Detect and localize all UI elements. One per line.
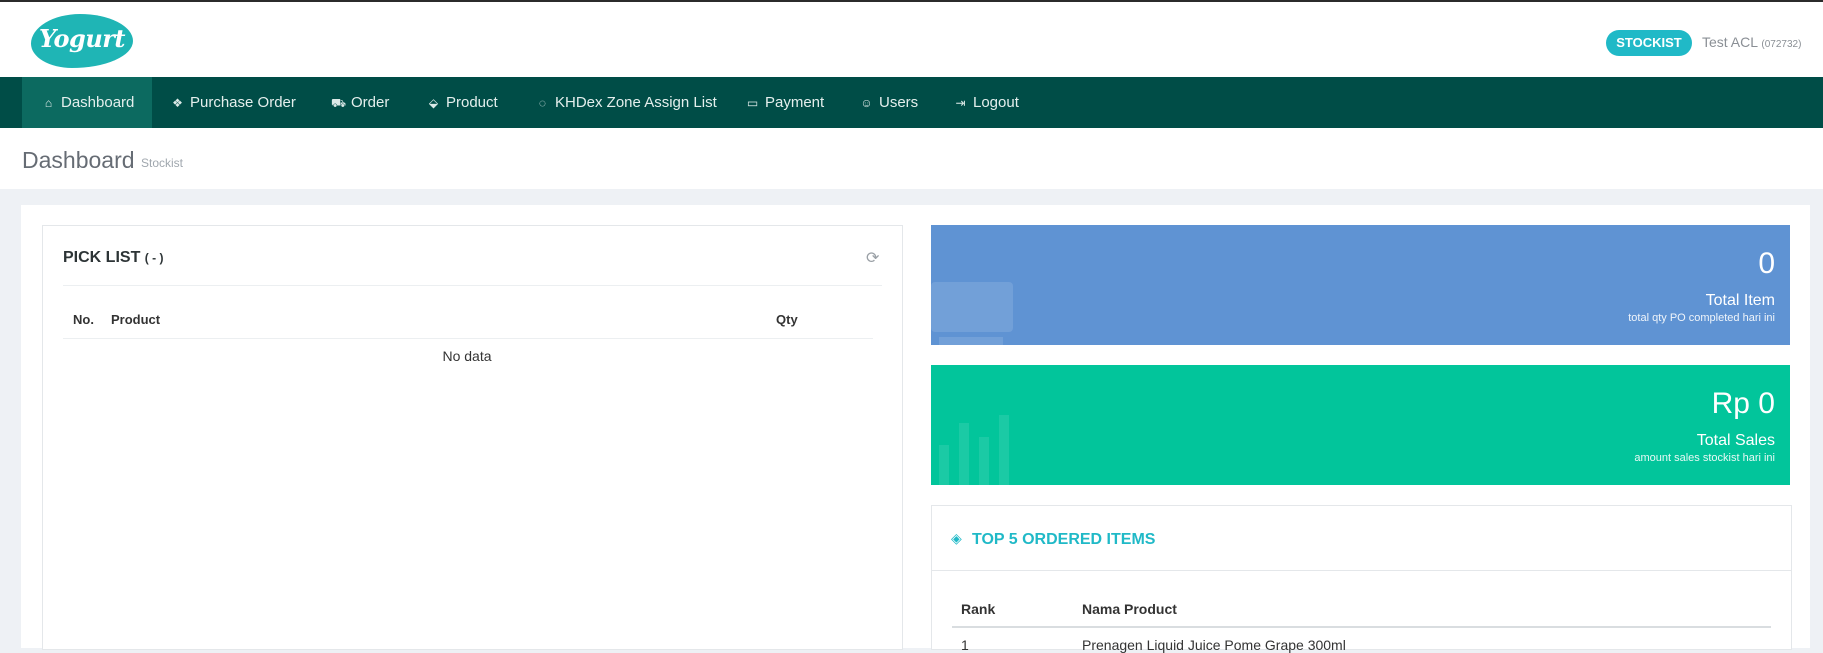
nav-item-payment[interactable]: ▭ Payment bbox=[745, 77, 824, 128]
nav-item-users[interactable]: ☺ Users bbox=[859, 77, 918, 128]
column-header-product-name: Nama Product bbox=[1082, 601, 1177, 617]
bulb-icon: ◌ bbox=[538, 96, 547, 110]
cart-icon: ⛟ bbox=[331, 96, 347, 110]
stat-value: Rp 0 bbox=[1711, 387, 1775, 420]
users-icon: ☺ bbox=[860, 96, 873, 110]
nav-label: Product bbox=[446, 94, 498, 111]
stat-value: 0 bbox=[1758, 247, 1775, 280]
logout-icon: ⇥ bbox=[955, 96, 966, 110]
stat-description: amount sales stockist hari ini bbox=[1634, 452, 1775, 464]
layers-icon: ◈ bbox=[951, 530, 962, 546]
pick-list-panel: PICK LIST ( - ) ⟳ No. Product Qty No dat… bbox=[42, 225, 903, 650]
column-header-rank: Rank bbox=[961, 601, 996, 617]
nav-item-purchase-order[interactable]: ❖ Purchase Order bbox=[170, 77, 296, 128]
logo-text: Yogurt bbox=[39, 24, 126, 53]
divider bbox=[63, 338, 873, 339]
bar-chart-decoration-icon bbox=[959, 423, 969, 485]
nav-item-khdex-zone[interactable]: ◌ KHDex Zone Assign List bbox=[535, 77, 717, 128]
panel-title: TOP 5 ORDERED ITEMS bbox=[972, 531, 1156, 548]
header: Yogurt STOCKIST Test ACL (072732) bbox=[0, 2, 1823, 77]
stat-description: total qty PO completed hari ini bbox=[1628, 312, 1775, 324]
stat-card-total-item: 0 Total Item total qty PO completed hari… bbox=[931, 225, 1790, 345]
user-menu[interactable]: Test ACL (072732) bbox=[1702, 34, 1801, 50]
rank-cell: 1 bbox=[961, 637, 969, 653]
top-ordered-items-panel: ◈ TOP 5 ORDERED ITEMS Rank Nama Product … bbox=[931, 505, 1792, 653]
bar-chart-decoration-icon bbox=[939, 445, 949, 485]
nav-label: Payment bbox=[765, 94, 825, 111]
divider bbox=[63, 285, 882, 286]
pick-list-title-text: PICK LIST bbox=[63, 249, 141, 266]
empty-state-text: No data bbox=[442, 348, 492, 364]
nav-label: KHDex Zone Assign List bbox=[555, 94, 717, 111]
stat-card-total-sales: Rp 0 Total Sales amount sales stockist h… bbox=[931, 365, 1790, 485]
product-cell: Prenagen Liquid Juice Pome Grape 300ml bbox=[1082, 637, 1346, 653]
stat-label: Total Sales bbox=[1696, 432, 1775, 449]
nav-item-dashboard[interactable]: ⌂ Dashboard bbox=[22, 77, 152, 128]
pick-list-title: PICK LIST ( - ) bbox=[63, 249, 163, 267]
main-nav: ⌂ Dashboard ❖ Purchase Order ⛟ Order ⬙ Produ… bbox=[0, 77, 1823, 128]
stat-label: Total Item bbox=[1705, 292, 1775, 309]
tag-icon: ⬙ bbox=[428, 96, 439, 110]
chat-decoration-icon bbox=[931, 282, 1013, 332]
page-subtitle: Stockist bbox=[141, 156, 184, 170]
column-header-product: Product bbox=[111, 312, 161, 327]
page-title: Dashboard bbox=[22, 147, 135, 173]
nav-item-product[interactable]: ⬙ Product bbox=[426, 77, 498, 128]
chat-decoration-icon bbox=[939, 337, 1003, 345]
home-icon: ⌂ bbox=[44, 96, 53, 110]
pick-list-title-suffix: ( - ) bbox=[144, 251, 164, 265]
column-header-qty: Qty bbox=[776, 312, 798, 327]
logo[interactable]: Yogurt bbox=[31, 14, 133, 68]
column-header-no: No. bbox=[73, 312, 94, 327]
nav-label: Dashboard bbox=[61, 94, 135, 111]
nav-label: Users bbox=[879, 94, 919, 111]
refresh-icon[interactable]: ⟳ bbox=[866, 248, 879, 268]
nav-label: Logout bbox=[973, 94, 1019, 111]
role-badge: STOCKIST bbox=[1606, 30, 1692, 56]
nav-item-order[interactable]: ⛟ Order bbox=[331, 77, 389, 128]
dropbox-icon: ❖ bbox=[172, 96, 183, 110]
user-code: (072732) bbox=[1761, 39, 1802, 50]
user-name: Test ACL bbox=[1702, 34, 1758, 50]
nav-item-logout[interactable]: ⇥ Logout bbox=[953, 77, 1019, 128]
nav-label: Order bbox=[351, 94, 390, 111]
folder-icon: ▭ bbox=[746, 96, 759, 110]
bar-chart-decoration-icon bbox=[979, 437, 989, 485]
divider bbox=[952, 626, 1771, 628]
panel-header: ◈ TOP 5 ORDERED ITEMS bbox=[932, 506, 1791, 571]
bar-chart-decoration-icon bbox=[999, 415, 1009, 485]
page-header: Dashboard Stockist bbox=[0, 128, 1823, 189]
nav-label: Purchase Order bbox=[190, 94, 296, 111]
